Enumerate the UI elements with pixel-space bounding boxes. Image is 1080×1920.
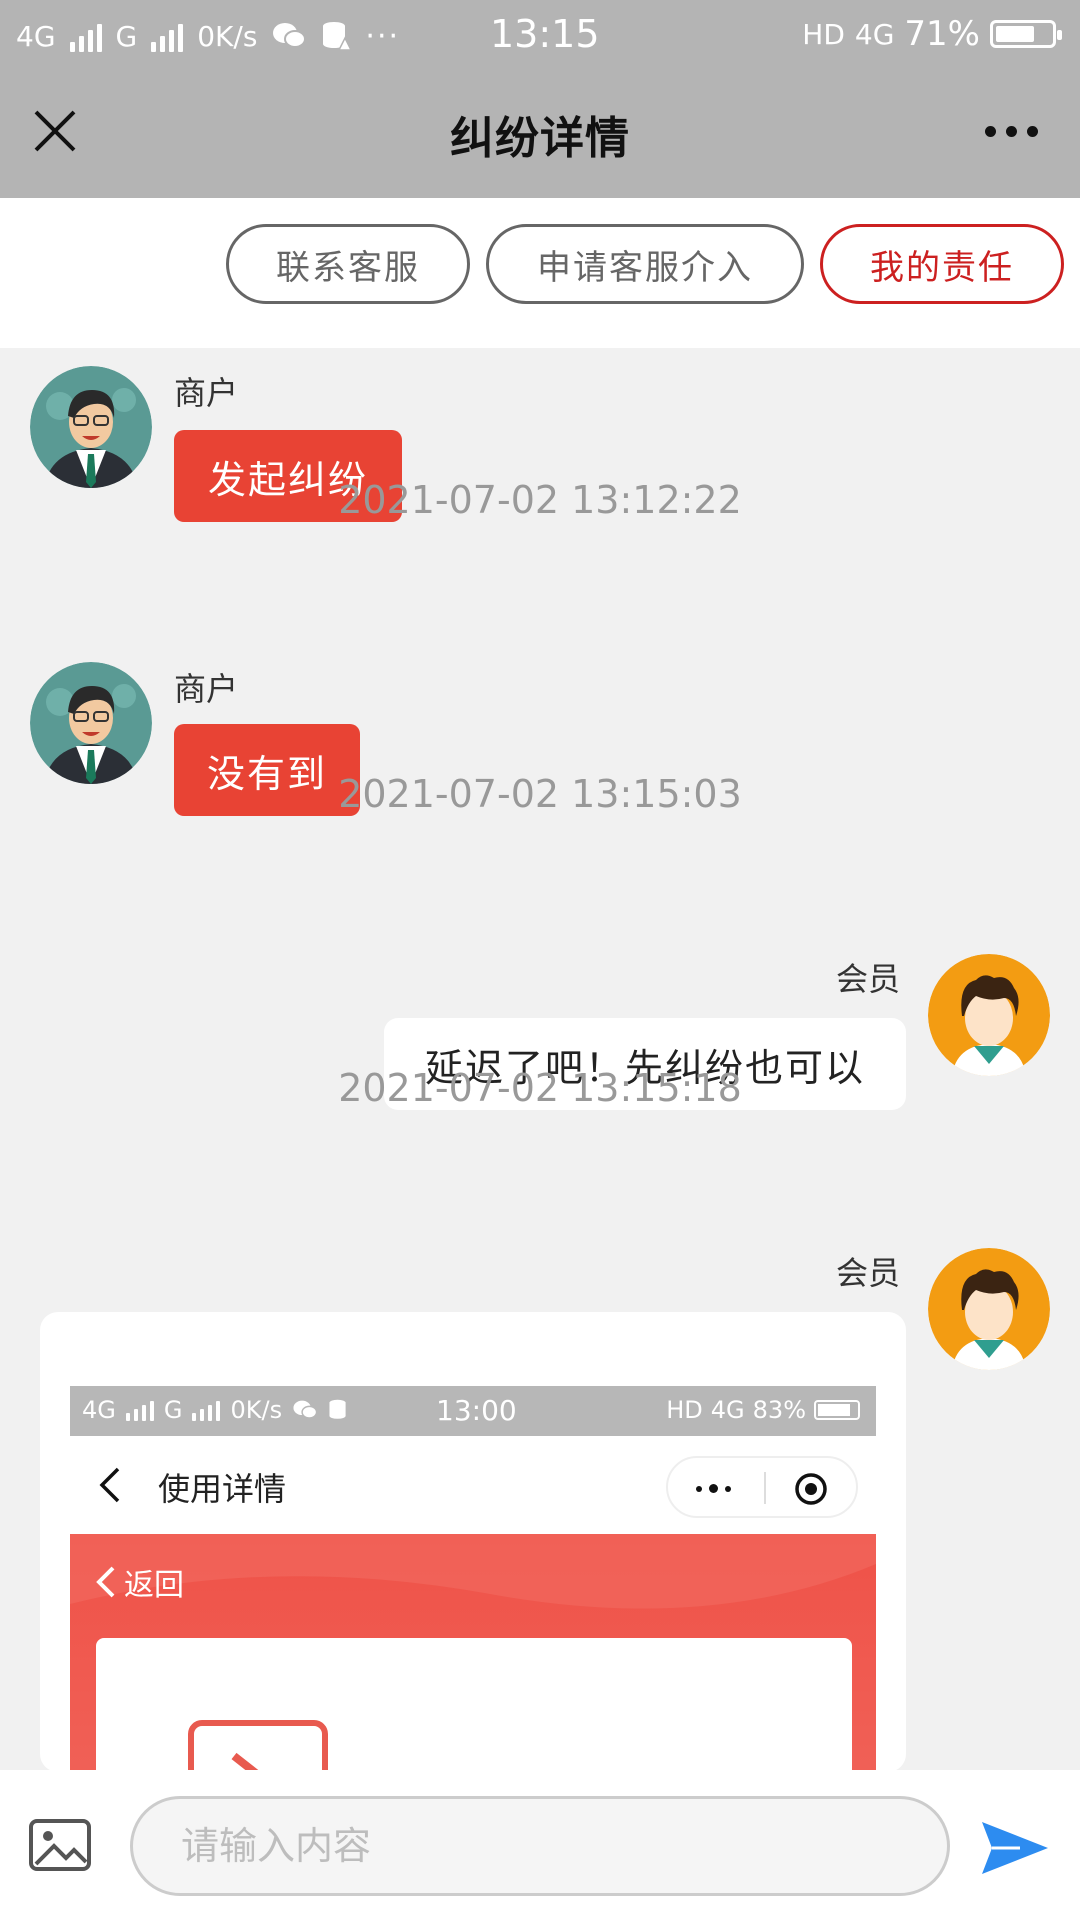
status-time: 13:15 [490,12,600,56]
message-timestamp: 2021-07-02 13:15:18 [338,1066,742,1110]
status-bar: 4G G 0K/s ··· 13:15 HD 4G 71% [0,0,1080,70]
close-icon[interactable] [30,106,80,156]
merchant-avatar [30,662,152,784]
embedded-time: 13:00 [436,1394,517,1427]
embedded-nav-bar: 使用详情 [70,1436,876,1534]
message-timestamp: 2021-07-02 13:15:03 [338,772,742,816]
status-right: HD 4G 71% [802,14,1062,54]
sender-name: 商户 [174,670,239,708]
sender-name: 商户 [174,374,239,412]
embedded-status-bar: 4G G 0K/s 13:00 HD 4G 83% [70,1386,876,1436]
input-bar [0,1770,1080,1920]
wechat-icon [293,1400,318,1419]
network-speed: 0K/s [197,19,258,53]
embedded-screenshot: 4G G 0K/s 13:00 HD 4G 83% 使用详情 返回 [70,1386,876,1770]
merchant-avatar [30,366,152,488]
image-upload-icon[interactable] [28,1818,92,1872]
embedded-return-label: 返回 [124,1568,184,1603]
signal-icon-1 [69,20,102,52]
sender-name: 会员 [836,960,901,998]
message-timestamp: 2021-07-02 13:12:22 [338,478,742,522]
embedded-network-1: 4G [82,1396,116,1424]
database-icon [323,22,352,51]
request-intervention-button[interactable]: 申请客服介入 [486,224,804,304]
embedded-signal-icon [192,1399,221,1421]
sender-name: 会员 [836,1254,901,1292]
status-left: 4G G 0K/s ··· [16,14,400,58]
more-options-icon[interactable] [985,126,1038,137]
nav-bar: 纠纷详情 [0,70,1080,198]
embedded-red-header: 返回 [70,1534,876,1770]
hd-indicator: HD [802,17,845,51]
battery-percent: 71% [904,14,980,54]
database-icon [329,1399,346,1419]
battery-icon [990,20,1062,48]
embedded-hd: HD [666,1396,703,1424]
back-arrow-icon [96,1566,115,1598]
wave-decoration [70,1534,876,1609]
image-message[interactable]: 4G G 0K/s 13:00 HD 4G 83% 使用详情 返回 [40,1312,906,1770]
miniprogram-capsule [666,1456,858,1518]
more-dots-icon [696,1484,731,1493]
close-target-icon [795,1473,827,1505]
signal-icon-2 [151,20,184,52]
message-input[interactable] [130,1796,950,1896]
embedded-battery-percent: 83% [752,1396,806,1424]
contact-service-button[interactable]: 联系客服 [226,224,470,304]
send-icon[interactable] [980,1818,1050,1878]
network-type-right: 4G [854,17,895,51]
action-bar: 联系客服 申请客服介入 我的责任 [0,198,1080,348]
network-type-1: 4G [16,19,56,53]
embedded-battery-icon [814,1400,860,1420]
member-avatar [928,1248,1050,1370]
embedded-logo-icon [188,1720,328,1770]
embedded-speed: 0K/s [230,1396,283,1424]
back-chevron-icon [99,1467,120,1503]
battery-fill [996,26,1035,42]
member-avatar [928,954,1050,1076]
embedded-return-link: 返回 [96,1560,184,1604]
network-type-2: G [115,19,138,53]
page-title: 纠纷详情 [450,113,630,164]
chat-area[interactable]: 商户 发起纠纷 2021-07-02 13:12:22 商户 没有到 2021-… [0,348,1080,1770]
more-notifications-icon: ··· [365,18,401,54]
wechat-icon [273,23,307,48]
embedded-white-card [96,1638,852,1770]
my-responsibility-button[interactable]: 我的责任 [820,224,1064,304]
embedded-net-right: 4G [710,1396,745,1424]
embedded-signal-icon [125,1399,154,1421]
embedded-network-2: G [163,1396,183,1424]
embedded-page-title: 使用详情 [158,1470,287,1508]
